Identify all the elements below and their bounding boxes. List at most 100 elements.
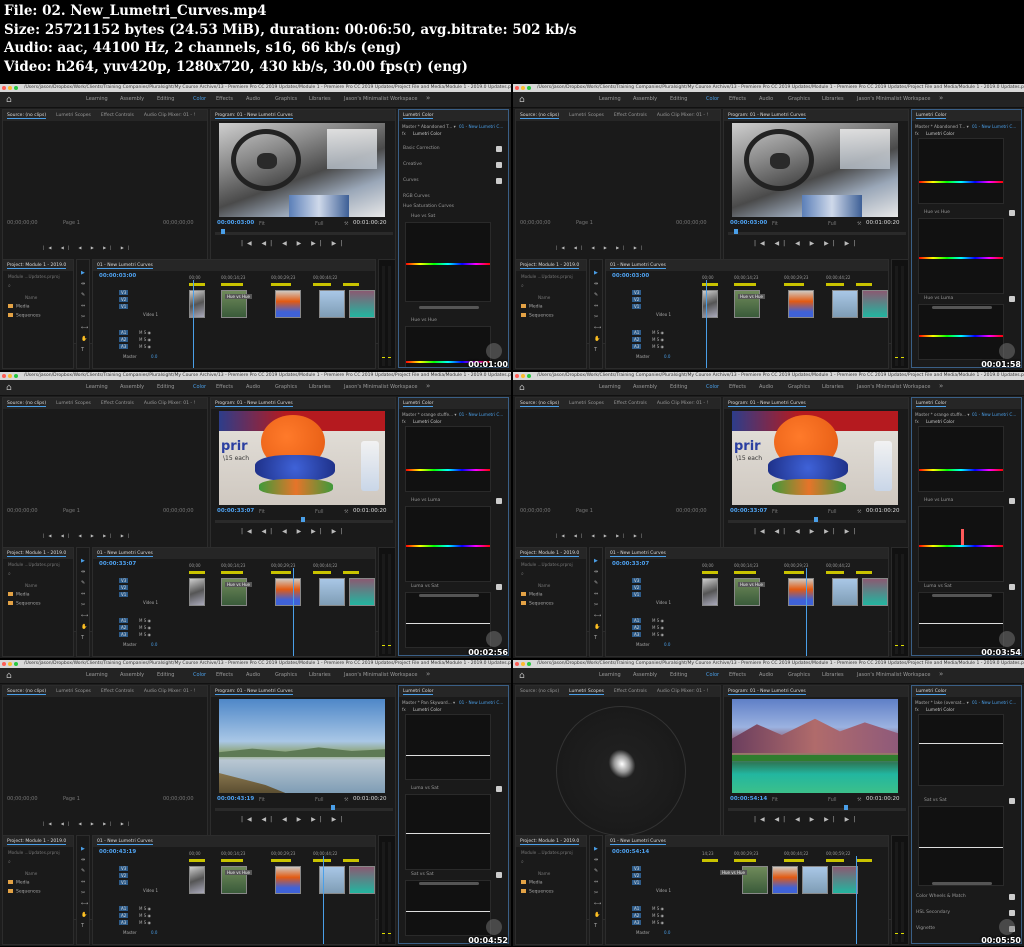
workspace-tab-0[interactable]: Learning — [86, 384, 108, 390]
lumetri-effect-select[interactable]: Lumetri Color — [926, 419, 954, 424]
close-window-button[interactable] — [2, 374, 6, 378]
project-name-header[interactable]: Name — [25, 871, 37, 876]
program-transport-controls[interactable]: |◀ ◀| ◀ ▶ ▶| ▶| — [754, 528, 859, 536]
audio-track-header-1[interactable]: A2 — [632, 625, 642, 630]
rolling-edit-icon[interactable]: ⇔ — [81, 879, 85, 885]
workspace-tab-0[interactable]: Learning — [599, 672, 621, 678]
panel-tab-0[interactable]: Source: (no clips) — [7, 689, 47, 695]
project-bin-1[interactable]: Sequences — [521, 601, 554, 607]
master-clip-select[interactable]: Master * orange stuffe... ▾ — [915, 412, 970, 417]
curve-checkbox-0[interactable] — [1009, 498, 1015, 504]
master-track-value[interactable]: 0.0 — [151, 642, 157, 647]
program-playhead-marker[interactable] — [734, 229, 738, 234]
project-bin-1[interactable]: Sequences — [8, 313, 41, 319]
timeline-clip-2[interactable] — [772, 866, 798, 894]
program-playhead-marker[interactable] — [844, 805, 848, 810]
video-track-header-2[interactable]: V1 — [119, 592, 129, 597]
workspace-tab-1[interactable]: Assembly — [120, 672, 144, 678]
zoom-window-button[interactable] — [527, 86, 531, 90]
project-name-header[interactable]: Name — [538, 871, 550, 876]
workspace-tab-1[interactable]: Assembly — [120, 96, 144, 102]
video-track-header-0[interactable]: V3 — [632, 290, 642, 295]
panel-tab-3[interactable]: Audio Clip Mixer: 01 - ! — [144, 113, 195, 118]
wrench-icon[interactable]: ⚒ — [344, 509, 348, 515]
timeline-playhead[interactable] — [193, 280, 194, 368]
wrench-icon[interactable]: ⚒ — [857, 509, 861, 515]
program-playhead-timecode[interactable]: 00:00:54:14 — [730, 796, 767, 802]
project-bin-0[interactable]: Media — [521, 304, 543, 310]
curve-graph-1[interactable] — [918, 304, 1004, 360]
sequence-tab[interactable]: 01 - New Lumetri Curves — [610, 551, 666, 557]
workspace-tab-5[interactable]: Audio — [246, 672, 260, 678]
video-track-header-0[interactable]: V3 — [632, 866, 642, 871]
selection-tool-icon[interactable]: ▶ — [81, 846, 85, 852]
hand-tool-icon[interactable]: ✋ — [594, 624, 600, 630]
workspace-tab-2[interactable]: Editing — [157, 96, 174, 102]
minimize-window-button[interactable] — [521, 86, 525, 90]
lumetri-scrollbar[interactable] — [419, 594, 479, 597]
track-select-icon[interactable]: ⇹ — [81, 281, 85, 287]
curve-checkbox-1[interactable] — [496, 872, 502, 878]
program-tab[interactable]: Program: 01 - New Lumetri Curves — [728, 689, 806, 695]
curve-graph-upper[interactable] — [405, 714, 491, 780]
master-track-value[interactable]: 0.0 — [151, 930, 157, 935]
razor-tool-icon[interactable]: ✂ — [81, 314, 85, 320]
curve-graph-upper[interactable] — [918, 138, 1004, 204]
close-window-button[interactable] — [515, 662, 519, 666]
panel-tab-3[interactable]: Audio Clip Mixer: 01 - ! — [657, 689, 708, 694]
source-page-select[interactable]: Page 1 — [63, 508, 80, 514]
audio-track-buttons-2[interactable]: M S ◉ — [652, 920, 664, 925]
sequence-clip-select[interactable]: 01 - New Lumetri C... — [972, 700, 1016, 705]
timeline-clip-4[interactable] — [862, 290, 888, 318]
lumetri-effect-select[interactable]: Lumetri Color — [926, 131, 954, 136]
project-bin-1[interactable]: Sequences — [8, 601, 41, 607]
audio-track-header-0[interactable]: A1 — [632, 618, 642, 623]
program-scrubber[interactable] — [215, 808, 393, 811]
curve-checkbox-0[interactable] — [496, 498, 502, 504]
hand-tool-icon[interactable]: ✋ — [81, 912, 87, 918]
program-scrubber[interactable] — [215, 232, 393, 235]
workspace-tab-8[interactable]: Jason's Minimalist Workspace — [344, 96, 417, 102]
timeline-clip-2[interactable] — [788, 290, 814, 318]
program-transport-controls[interactable]: |◀ ◀| ◀ ▶ ▶| ▶| — [754, 816, 859, 824]
workspace-tab-1[interactable]: Assembly — [633, 672, 657, 678]
workspace-tab-2[interactable]: Editing — [157, 384, 174, 390]
program-playhead-timecode[interactable]: 00:00:03:00 — [730, 220, 767, 226]
sequence-tab[interactable]: 01 - New Lumetri Curves — [97, 839, 153, 845]
ripple-edit-icon[interactable]: ✎ — [594, 868, 598, 874]
lumetri-section-bottom-checkbox-0[interactable] — [1009, 894, 1015, 900]
curve-graph-0[interactable] — [918, 506, 1004, 582]
curve-checkbox-0[interactable] — [1009, 798, 1015, 804]
audio-track-buttons-2[interactable]: M S ◉ — [139, 344, 151, 349]
audio-track-header-2[interactable]: A3 — [119, 632, 129, 637]
project-bin-1[interactable]: Sequences — [521, 889, 554, 895]
workspace-tab-6[interactable]: Graphics — [788, 96, 810, 102]
workspace-tab-6[interactable]: Graphics — [275, 96, 297, 102]
video-track-header-1[interactable]: V2 — [632, 297, 642, 302]
video-track-header-1[interactable]: V2 — [632, 873, 642, 878]
timeline-clip-3[interactable] — [319, 578, 345, 606]
resolution-select[interactable]: Full — [828, 221, 837, 227]
home-icon[interactable]: ⌂ — [6, 671, 16, 681]
wrench-icon[interactable]: ⚒ — [344, 797, 348, 803]
program-tab[interactable]: Program: 01 - New Lumetri Curves — [728, 401, 806, 407]
panel-tab-3[interactable]: Audio Clip Mixer: 01 - ! — [144, 689, 195, 694]
close-window-button[interactable] — [515, 86, 519, 90]
lumetri-section-bottom-0[interactable]: Color Wheels & Match — [916, 894, 966, 899]
workspace-tab-6[interactable]: Graphics — [275, 384, 297, 390]
panel-tab-2[interactable]: Effect Controls — [614, 401, 647, 406]
search-icon[interactable]: ⌕ — [521, 283, 524, 289]
program-playhead-timecode[interactable]: 00:00:43:19 — [217, 796, 254, 802]
lumetri-section-2[interactable]: Curves — [403, 178, 419, 183]
sequence-tab[interactable]: 01 - New Lumetri Curves — [610, 263, 666, 269]
lumetri-section-bottom-2[interactable]: Vignette — [916, 926, 935, 931]
program-playhead-marker[interactable] — [221, 229, 225, 234]
program-tab[interactable]: Program: 01 - New Lumetri Curves — [215, 401, 293, 407]
panel-tab-0[interactable]: Source: (no clips) — [520, 113, 560, 119]
curve-graph-upper[interactable] — [918, 426, 1004, 492]
source-page-select[interactable]: Page 1 — [63, 220, 80, 226]
audio-track-buttons-1[interactable]: M S ◉ — [652, 337, 664, 342]
workspace-tab-7[interactable]: Libraries — [822, 96, 844, 102]
source-page-select[interactable]: Page 1 — [576, 508, 593, 514]
program-transport-controls[interactable]: |◀ ◀| ◀ ▶ ▶| ▶| — [754, 240, 859, 248]
